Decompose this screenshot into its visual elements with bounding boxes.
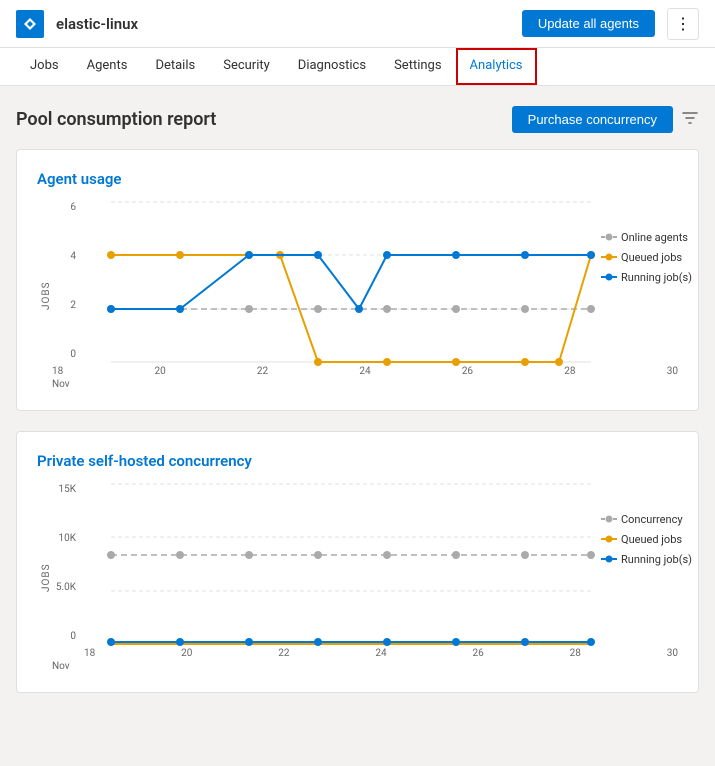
logo [16,10,44,38]
x2-tick-20: 20 [181,648,192,659]
repo-title: elastic-linux [56,15,510,33]
purchase-concurrency-button[interactable]: Purchase concurrency [512,106,673,133]
y-tick-0: 0 [52,349,80,360]
page-header: Pool consumption report Purchase concurr… [16,106,699,133]
private-concurrency-chart-area: JOBS 15K 10K 5.0K 0 [37,484,678,672]
private-concurrency-x-axis: 18 20 22 24 26 28 30 [84,644,678,661]
legend-group-2: Concurrency Queued jobs Running job(s) [601,513,692,566]
nav-item-analytics[interactable]: Analytics [456,48,537,85]
nav-item-agents[interactable]: Agents [73,48,142,85]
svg-text:Running job(s): Running job(s) [621,553,692,566]
agent-usage-y-ticks: 6 4 2 0 [52,202,80,360]
x2-tick-28: 28 [570,648,581,659]
x2-tick-22: 22 [278,648,289,659]
x-tick-28: 28 [564,366,575,377]
x-tick-20: 20 [154,366,165,377]
private-concurrency-y-label: JOBS [37,484,52,672]
y-tick-10k: 10K [52,533,80,544]
agent-usage-x-label: Nov [52,379,678,390]
x2-tick-26: 26 [473,648,484,659]
agent-usage-chart-area: JOBS 6 4 2 0 [37,202,678,390]
svg-text:Online agents: Online agents [621,231,688,244]
nav-item-diagnostics[interactable]: Diagnostics [284,48,380,85]
nav-item-jobs[interactable]: Jobs [16,48,73,85]
nav-item-details[interactable]: Details [141,48,209,85]
agent-usage-svg: Online agents Queued jobs Running job(s) [84,202,678,362]
private-concurrency-title: Private self-hosted concurrency [37,452,678,470]
logo-icon [22,16,38,32]
more-options-button[interactable]: ⋮ [667,8,699,40]
private-concurrency-chart-inner: 15K 10K 5.0K 0 [52,484,678,672]
agent-usage-card: Agent usage JOBS 6 4 2 0 [16,149,699,411]
y-tick-15k: 15K [52,484,80,495]
x-tick-18: 18 [52,366,63,377]
nav-item-settings[interactable]: Settings [380,48,455,85]
page-title: Pool consumption report [16,109,216,130]
agent-usage-x-axis: 18 20 22 24 26 28 30 [52,362,678,379]
agent-usage-title: Agent usage [37,170,678,188]
x-tick-26: 26 [462,366,473,377]
svg-text:Queued jobs: Queued jobs [621,533,682,546]
x-tick-30: 30 [667,366,678,377]
x-tick-24: 24 [359,366,370,377]
x2-tick-18: 18 [84,648,95,659]
more-icon: ⋮ [675,14,691,34]
svg-text:Running job(s): Running job(s) [621,271,692,284]
filter-icon[interactable] [681,109,699,131]
nav: Jobs Agents Details Security Diagnostics… [0,48,715,86]
header: elastic-linux Update all agents ⋮ [0,0,715,48]
private-concurrency-card: Private self-hosted concurrency JOBS 15K… [16,431,699,693]
page-content: Pool consumption report Purchase concurr… [0,86,715,733]
agent-usage-plot: Online agents Queued jobs Running job(s) [84,202,678,362]
private-concurrency-svg: Concurrency Queued jobs Running job(s) [84,484,678,644]
x2-tick-30: 30 [667,648,678,659]
x-tick-22: 22 [257,366,268,377]
nav-item-security[interactable]: Security [209,48,284,85]
y-tick-4: 4 [52,251,80,262]
y-tick-2: 2 [52,300,80,311]
private-concurrency-x-label: Nov [52,661,678,672]
private-concurrency-y-ticks: 15K 10K 5.0K 0 [52,484,80,642]
legend-group: Online agents Queued jobs Running job(s) [601,231,692,284]
x2-tick-24: 24 [375,648,386,659]
svg-text:Concurrency: Concurrency [621,513,683,526]
y-tick-5k: 5.0K [52,582,80,593]
svg-text:Queued jobs: Queued jobs [621,251,682,264]
y-tick-0: 0 [52,631,80,642]
page-header-actions: Purchase concurrency [512,106,699,133]
agent-usage-y-label: JOBS [37,202,52,390]
agent-usage-chart-inner: 6 4 2 0 [52,202,678,390]
update-agents-button[interactable]: Update all agents [522,10,655,37]
private-concurrency-plot: Concurrency Queued jobs Running job(s) [84,484,678,644]
y-tick-6: 6 [52,202,80,213]
